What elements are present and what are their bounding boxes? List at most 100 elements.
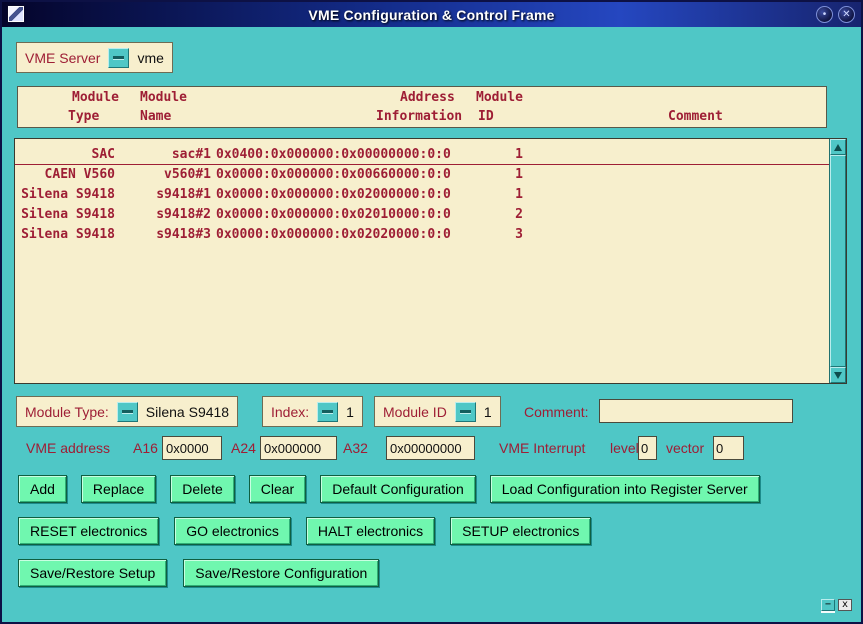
arrow-down-icon [834,372,842,379]
a16-label: A16 [133,434,158,462]
module-list-item[interactable]: Silena S9418s9418#20x0000:0x000000:0x020… [15,205,829,225]
module-list-rows: SACsac#10x0400:0x000000:0x00000000:0:01C… [15,139,829,383]
a24-input[interactable] [260,436,337,460]
scroll-up-button[interactable] [830,139,846,155]
list-scrollbar[interactable] [829,139,846,383]
mini-minimize-button[interactable]: − [821,599,835,611]
cell-module-id: 1 [473,145,523,165]
module-type-menu-button[interactable] [117,402,138,422]
a16-input[interactable] [162,436,222,460]
cell-module-type: CAEN V560 [19,165,115,185]
vme-server-value: vme [137,50,163,66]
save-restore-configuration-button[interactable]: Save/Restore Configuration [183,559,379,587]
cell-module-name: s9418#1 [119,185,211,205]
halt-electronics-button[interactable]: HALT electronics [306,517,435,545]
mini-window-buttons: − x [821,599,852,611]
add-button[interactable]: Add [18,475,67,503]
vme-server-menu-button[interactable] [108,48,129,68]
vme-interrupt-label: VME Interrupt [499,434,585,462]
header-module-col1: Module [72,90,119,105]
comment-label: Comment: [524,398,589,426]
mini-close-button[interactable]: x [838,599,852,611]
vme-server-option-menu[interactable]: VME Server vme [16,42,173,73]
interrupt-level-input[interactable] [638,436,657,460]
titlebar-buttons: • ✕ [816,6,855,23]
cell-module-id: 3 [473,225,523,245]
replace-button[interactable]: Replace [81,475,156,503]
default-configuration-button[interactable]: Default Configuration [320,475,476,503]
close-button[interactable]: ✕ [838,6,855,23]
module-list-item[interactable]: SACsac#10x0400:0x000000:0x00000000:0:0 1 [15,145,829,165]
cell-module-type: Silena S9418 [19,205,115,225]
window-title: VME Configuration & Control Frame [2,7,861,23]
module-type-value: Silena S9418 [146,404,229,420]
module-id-label: Module ID [383,404,447,420]
titlebar[interactable]: VME Configuration & Control Frame • ✕ [2,2,861,27]
module-id-value: 1 [484,404,492,420]
cell-module-type: Silena S9418 [19,185,115,205]
cell-module-name: sac#1 [119,145,211,165]
delete-button[interactable]: Delete [170,475,234,503]
option-menu-dash-icon [113,56,124,59]
cell-module-id: 2 [473,205,523,225]
button-row3: Save/Restore Setup Save/Restore Configura… [18,559,379,587]
index-option-menu[interactable]: Index: 1 [262,396,363,427]
cell-module-name: s9418#3 [119,225,211,245]
go-electronics-button[interactable]: GO electronics [174,517,291,545]
a32-input[interactable] [386,436,475,460]
index-value: 1 [346,404,354,420]
reset-electronics-button[interactable]: RESET electronics [18,517,159,545]
comment-input[interactable] [599,399,793,423]
module-list-item[interactable]: Silena S9418s9418#30x0000:0x000000:0x020… [15,225,829,245]
save-restore-setup-button[interactable]: Save/Restore Setup [18,559,167,587]
header-type: Type [68,109,99,124]
window-menu-icon[interactable] [7,5,25,23]
module-list-item[interactable]: Silena S9418s9418#10x0000:0x000000:0x020… [15,185,829,205]
close-icon: ✕ [842,10,850,20]
cell-module-id: 1 [473,185,523,205]
cell-module-type: Silena S9418 [19,225,115,245]
clear-button[interactable]: Clear [249,475,306,503]
cell-address-information: 0x0000:0x000000:0x02010000:0:0 [216,205,451,225]
cell-address-information: 0x0000:0x000000:0x02000000:0:0 [216,185,451,205]
index-menu-button[interactable] [317,402,338,422]
interrupt-vector-label: vector [666,434,704,462]
module-id-menu-button[interactable] [455,402,476,422]
cell-module-name: v560#1 [119,165,211,185]
mini-minimize-icon: − [825,600,831,610]
module-id-option-menu[interactable]: Module ID 1 [374,396,501,427]
scrollbar-thumb[interactable] [830,155,846,367]
interrupt-level-label: level [610,434,639,462]
header-name: Name [140,109,171,124]
header-address: Address [400,90,455,105]
vme-config-window: VME Configuration & Control Frame • ✕ VM… [0,0,863,624]
cell-address-information: 0x0400:0x000000:0x00000000:0:0 [216,145,451,165]
cell-module-name: s9418#2 [119,205,211,225]
button-row1: Add Replace Delete Clear Default Configurati… [18,475,760,503]
header-comment: Comment [668,109,723,124]
interrupt-vector-input[interactable] [713,436,744,460]
arrow-up-icon [834,144,842,151]
module-list-header: Module Module Address Module Type Name I… [17,86,827,128]
cell-address-information: 0x0000:0x000000:0x02020000:0:0 [216,225,451,245]
module-list-item[interactable]: CAEN V560v560#10x0000:0x000000:0x0066000… [15,165,829,185]
option-menu-dash-icon [460,410,471,413]
button-row2: RESET electronics GO electronics HALT elec… [18,517,591,545]
module-list: SACsac#10x0400:0x000000:0x00000000:0:01C… [14,138,847,384]
load-configuration-into-register-server-button[interactable]: Load Configuration into Register Server [490,475,760,503]
vme-address-label: VME address [26,434,110,462]
vme-server-label: VME Server [25,50,100,66]
minimize-icon: • [823,10,827,20]
module-type-label: Module Type: [25,404,109,420]
a32-label: A32 [343,434,368,462]
mini-close-icon: x [842,600,848,610]
option-menu-dash-icon [122,410,133,413]
minimize-button[interactable]: • [816,6,833,23]
module-type-option-menu[interactable]: Module Type: Silena S9418 [16,396,238,427]
cell-module-type: SAC [19,145,115,165]
header-information: Information [376,109,462,124]
header-id: ID [478,109,494,124]
header-module-col2: Module [140,90,187,105]
setup-electronics-button[interactable]: SETUP electronics [450,517,591,545]
scroll-down-button[interactable] [830,367,846,383]
